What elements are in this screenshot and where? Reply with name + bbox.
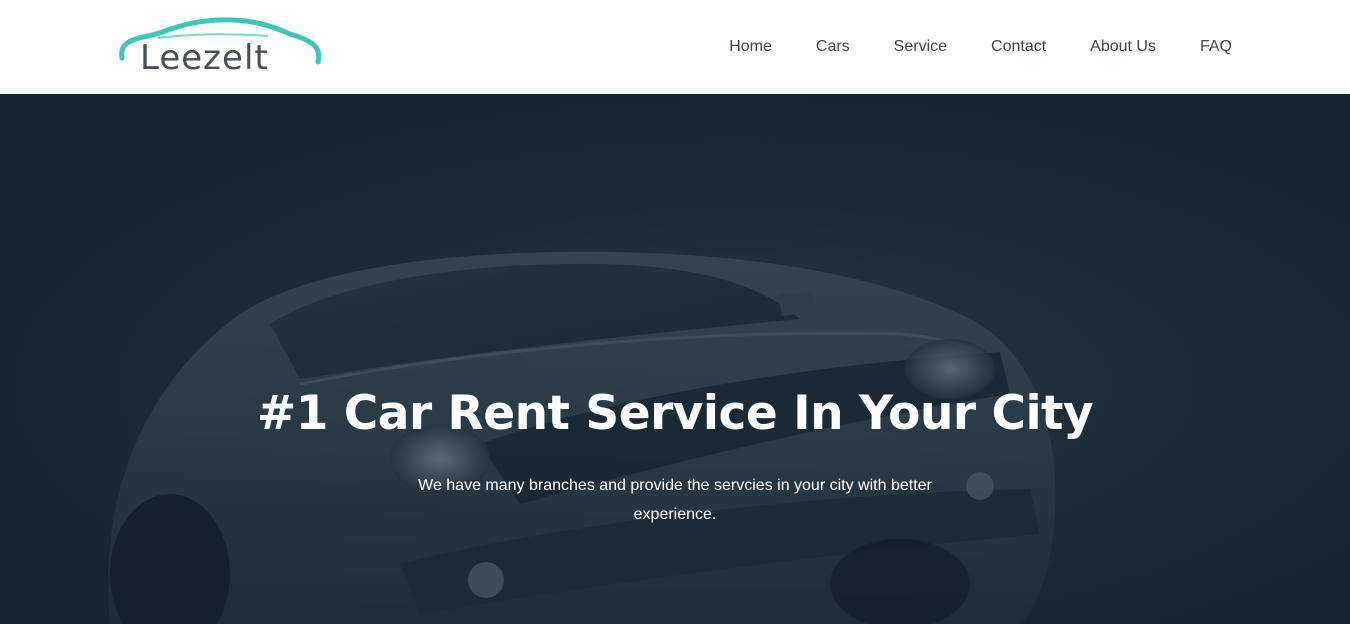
nav-link-about-us[interactable]: About Us <box>1090 37 1156 57</box>
hero-subtitle: We have many branches and provide the se… <box>418 477 932 523</box>
nav-link-faq[interactable]: FAQ <box>1200 37 1232 57</box>
hero-banner: #1 Car Rent Service In Your City We have… <box>0 94 1350 624</box>
brand-name: Leezelt <box>140 38 269 78</box>
hero-overlay <box>0 94 1350 624</box>
main-nav: Home Cars Service Contact About Us FAQ <box>729 0 1232 94</box>
nav-link-service[interactable]: Service <box>894 37 947 57</box>
nav-link-cars[interactable]: Cars <box>816 37 850 57</box>
nav-link-contact[interactable]: Contact <box>991 37 1046 57</box>
nav-link-home[interactable]: Home <box>729 37 772 57</box>
hero-title: #1 Car Rent Service In Your City <box>256 386 1094 441</box>
brand-logo[interactable]: Leezelt <box>118 16 324 80</box>
site-header: Leezelt Home Cars Service Contact About … <box>0 0 1350 94</box>
